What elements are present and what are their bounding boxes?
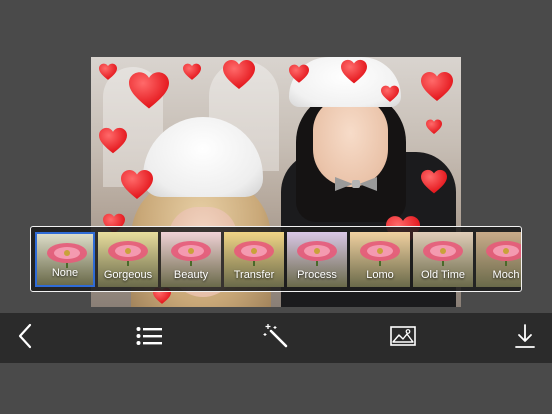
filter-label: Beauty	[173, 269, 209, 281]
filter-moch[interactable]: Moch	[476, 232, 521, 287]
heart-sticker	[421, 71, 453, 103]
bow-tie	[335, 177, 377, 191]
filter-label: Gorgeous	[103, 269, 153, 281]
heart-sticker	[341, 59, 367, 85]
heart-sticker	[99, 127, 127, 155]
back-button[interactable]	[8, 313, 42, 363]
girl-face	[313, 97, 388, 187]
heart-sticker	[426, 119, 442, 135]
filter-label: Moch	[492, 269, 520, 281]
bottom-padding	[0, 363, 552, 414]
flower-icon	[423, 241, 463, 266]
effects-button[interactable]	[258, 313, 294, 363]
bottom-toolbar	[0, 313, 552, 363]
heart-sticker	[121, 169, 153, 201]
flower-icon	[171, 241, 211, 266]
heart-sticker	[289, 64, 309, 84]
download-icon	[515, 323, 535, 354]
filter-strip[interactable]: None Gorgeous Beauty Transfer Process Lomo Old…	[30, 226, 522, 292]
flower-icon	[108, 241, 148, 266]
filter-none[interactable]: None	[35, 232, 95, 287]
filter-gorgeous[interactable]: Gorgeous	[98, 232, 158, 287]
filter-lomo[interactable]: Lomo	[350, 232, 410, 287]
filter-old-time[interactable]: Old Time	[413, 232, 473, 287]
menu-button[interactable]	[130, 313, 168, 363]
heart-sticker	[421, 169, 447, 195]
download-button[interactable]	[510, 313, 540, 363]
gallery-button[interactable]	[386, 313, 420, 363]
flower-icon	[360, 241, 400, 266]
flower-icon	[47, 243, 87, 268]
filter-process[interactable]: Process	[287, 232, 347, 287]
filter-label: Old Time	[420, 269, 465, 281]
filter-label: None	[51, 267, 79, 279]
heart-sticker	[381, 85, 399, 103]
flower-icon	[486, 241, 521, 266]
filter-label: Process	[297, 269, 337, 281]
flower-icon	[234, 241, 274, 266]
photo-editor-app: None Gorgeous Beauty Transfer Process Lomo Old…	[0, 0, 552, 414]
filter-beauty[interactable]: Beauty	[161, 232, 221, 287]
heart-sticker	[99, 63, 117, 81]
heart-sticker	[183, 63, 201, 81]
heart-sticker	[223, 59, 255, 91]
heart-sticker	[129, 71, 169, 111]
filter-label: Lomo	[366, 269, 394, 281]
filter-transfer[interactable]: Transfer	[224, 232, 284, 287]
list-menu-icon	[136, 326, 162, 351]
photo-gallery-icon	[390, 325, 416, 351]
back-chevron-icon	[17, 323, 33, 354]
filter-label: Transfer	[233, 269, 275, 281]
flower-icon	[297, 241, 337, 266]
magic-wand-icon	[263, 323, 289, 354]
